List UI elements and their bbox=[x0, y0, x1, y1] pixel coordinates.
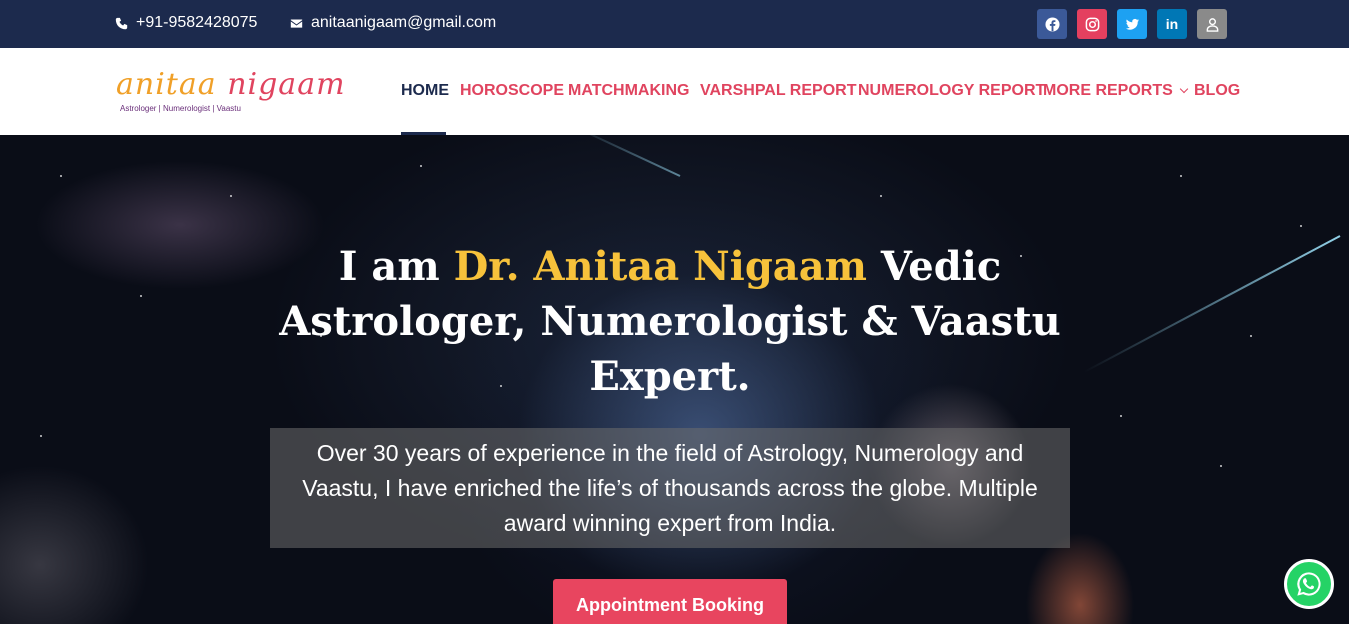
nav-more-reports-label: MORE REPORTS bbox=[1043, 82, 1173, 99]
top-bar: +91-9582428075 anitaanigaam@gmail.com in bbox=[0, 0, 1349, 48]
logo-wordmark: anitaa nigaam bbox=[116, 70, 356, 100]
nav-blog[interactable]: BLOG bbox=[1194, 82, 1240, 100]
nav-more-reports[interactable]: MORE REPORTS bbox=[1043, 82, 1189, 100]
phone-number: +91-9582428075 bbox=[136, 14, 258, 31]
nav-numerology-report[interactable]: NUMEROLOGY REPORT bbox=[858, 82, 1045, 100]
phone-contact[interactable]: +91-9582428075 bbox=[115, 14, 257, 32]
hero-title-pre: I am bbox=[338, 243, 454, 290]
nav-horoscope[interactable]: HOROSCOPE bbox=[460, 82, 564, 100]
hero-title: I am Dr. Anitaa Nigaam Vedic Astrologer,… bbox=[220, 239, 1120, 404]
phone-icon bbox=[115, 17, 128, 29]
facebook-link[interactable] bbox=[1037, 9, 1067, 39]
logo-part-1: anitaa bbox=[116, 67, 217, 102]
linkedin-icon: in bbox=[1165, 16, 1179, 32]
instagram-link[interactable] bbox=[1077, 9, 1107, 39]
account-link[interactable] bbox=[1197, 9, 1227, 39]
user-icon bbox=[1206, 17, 1218, 32]
whatsapp-button[interactable] bbox=[1284, 559, 1334, 609]
instagram-icon bbox=[1085, 17, 1099, 31]
nav-matchmaking[interactable]: MATCHMAKING bbox=[568, 82, 689, 100]
main-navbar: anitaa nigaam Astrologer | Numerologist … bbox=[0, 48, 1349, 135]
hero-title-name: Dr. Anitaa Nigaam bbox=[453, 243, 867, 290]
twitter-icon bbox=[1125, 18, 1139, 30]
twitter-link[interactable] bbox=[1117, 9, 1147, 39]
hero-description: Over 30 years of experience in the field… bbox=[270, 428, 1070, 548]
nav-home[interactable]: HOME bbox=[401, 82, 449, 100]
hero-section: I am Dr. Anitaa Nigaam Vedic Astrologer,… bbox=[0, 135, 1349, 624]
email-address: anitaanigaam@gmail.com bbox=[311, 14, 497, 31]
logo-tagline: Astrologer | Numerologist | Vaastu bbox=[120, 104, 241, 113]
email-contact[interactable]: anitaanigaam@gmail.com bbox=[290, 14, 496, 32]
envelope-icon bbox=[290, 18, 303, 28]
site-logo[interactable]: anitaa nigaam Astrologer | Numerologist … bbox=[116, 70, 356, 116]
nav-varshpal-report[interactable]: VARSHPAL REPORT bbox=[700, 82, 856, 100]
chevron-down-icon bbox=[1179, 84, 1189, 94]
appointment-booking-button[interactable]: Appointment Booking bbox=[553, 579, 787, 624]
linkedin-link[interactable]: in bbox=[1157, 9, 1187, 39]
comet-streak bbox=[1083, 235, 1341, 374]
logo-part-2: nigaam bbox=[227, 67, 346, 102]
whatsapp-icon bbox=[1297, 572, 1321, 596]
facebook-icon bbox=[1044, 16, 1060, 32]
